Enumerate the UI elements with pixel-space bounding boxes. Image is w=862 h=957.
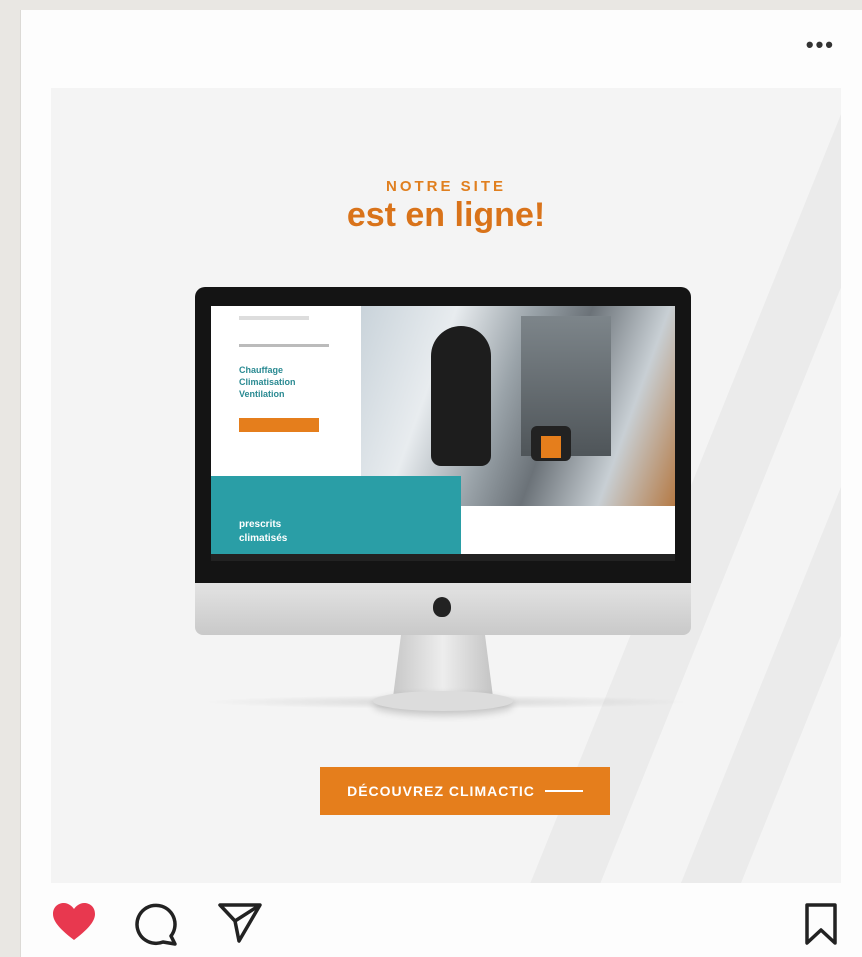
share-icon[interactable] [217,902,263,944]
toolbag-accent [541,436,561,458]
hero-line: Chauffage [239,365,284,375]
hero-line: Climatisation [239,377,296,387]
bookmark-icon[interactable] [803,902,839,946]
site-hero-text: Chauffage Climatisation Ventilation [239,364,296,400]
panel-line: climatisés [239,533,288,544]
monitor-stand [393,635,493,697]
discover-button-label: DÉCOUVREZ CLIMACTIC [347,783,535,799]
comment-icon[interactable] [133,902,179,946]
site-nav [239,316,309,320]
website-screenshot: Chauffage Climatisation Ventilation pres… [211,306,675,561]
hero-line: Ventilation [239,389,285,399]
apple-logo-icon [433,597,451,617]
heart-icon[interactable] [51,902,97,942]
site-hero-button [239,418,319,432]
action-bar [21,890,862,950]
arrow-line-icon [544,790,583,792]
site-bottom-bar [211,554,675,561]
monitor-frame: Chauffage Climatisation Ventilation pres… [195,287,691,583]
site-teal-panel: prescrits climatisés [211,476,461,561]
post-headline: est en ligne! [346,196,546,234]
monitor-chin [195,583,691,635]
more-options-icon[interactable]: ••• [806,34,835,56]
discover-button[interactable]: DÉCOUVREZ CLIMACTIC [320,767,610,815]
post-image[interactable]: NOTRE SITE est en ligne! Chauffage Clima… [51,88,841,883]
site-tagline [239,344,329,347]
technician-figure [431,326,491,466]
monitor-base [373,691,513,711]
post-card: ••• NOTRE SITE est en ligne! Chauffage C… [20,10,862,957]
panel-line: prescrits [239,519,282,530]
site-hero-left: Chauffage Climatisation Ventilation [211,306,361,486]
teal-panel-text: prescrits climatisés [239,518,287,546]
post-kicker: NOTRE SITE [385,178,506,195]
